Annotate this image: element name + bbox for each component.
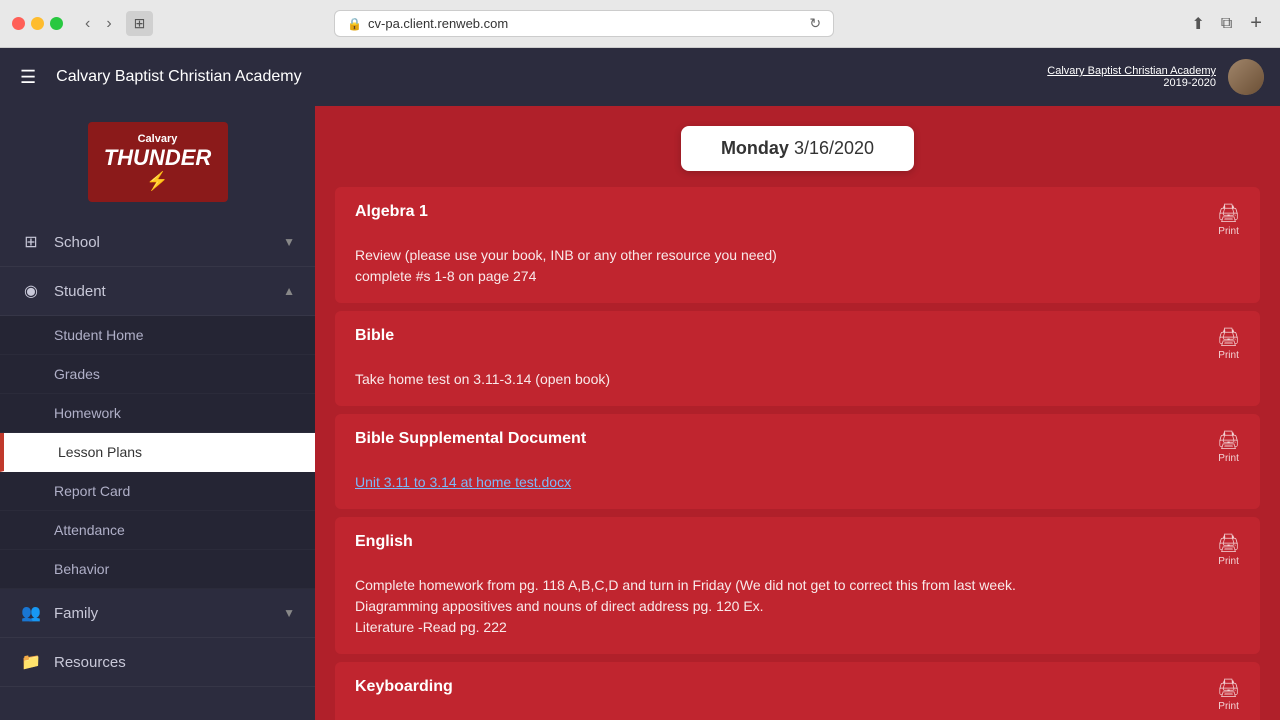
print-button-keyboarding[interactable]: 🖨 Print	[1217, 678, 1240, 712]
family-icon: 👥	[20, 603, 42, 623]
card-header-english: English 🖨 Print	[355, 533, 1240, 567]
sidebar-item-resources-label: Resources	[54, 654, 295, 671]
card-title-bible-supplemental: Bible Supplemental Document	[355, 430, 586, 448]
print-label-bible-supplemental: Print	[1218, 453, 1239, 464]
resources-icon: 📁	[20, 652, 42, 672]
print-icon-english: 🖨	[1217, 533, 1240, 554]
card-body-bible: Take home test on 3.11-3.14 (open book)	[355, 369, 1240, 390]
print-button-bible-supplemental[interactable]: 🖨 Print	[1217, 430, 1240, 464]
school-info-name[interactable]: Calvary Baptist Christian Academy	[1047, 65, 1216, 77]
print-label-keyboarding: Print	[1218, 701, 1239, 712]
card-title-bible: Bible	[355, 327, 394, 345]
card-header-bible-supplemental: Bible Supplemental Document 🖨 Print	[355, 430, 1240, 464]
nav-section-school: ⊞ School ▼ ◉ Student ▲ Student Home Grad…	[0, 218, 315, 687]
date-pill: Monday 3/16/2020	[681, 126, 914, 171]
topbar: ☰ Calvary Baptist Christian Academy Calv…	[0, 48, 1280, 106]
reload-icon: ↻	[809, 15, 821, 32]
sidebar-item-school-label: School	[54, 234, 271, 251]
forward-button[interactable]: ›	[100, 13, 117, 35]
sidebar-item-student[interactable]: ◉ Student ▲	[0, 267, 315, 316]
card-line-2: complete #s 1-8 on page 274	[355, 266, 1240, 287]
print-icon-bible: 🖨	[1217, 327, 1240, 348]
card-header-algebra1: Algebra 1 🖨 Print	[355, 203, 1240, 237]
main-content: Monday 3/16/2020 Algebra 1 🖨 Print	[315, 106, 1280, 720]
print-label-bible: Print	[1218, 350, 1239, 361]
school-chevron-icon: ▼	[283, 235, 295, 249]
card-line-2: Diagramming appositives and nouns of dir…	[355, 596, 1240, 617]
sidebar-item-lesson-plans[interactable]: Lesson Plans	[0, 433, 315, 472]
cards-container: Algebra 1 🖨 Print Review (please use you…	[315, 187, 1280, 720]
student-icon: ◉	[20, 281, 42, 301]
card-title-keyboarding: Keyboarding	[355, 678, 453, 696]
print-icon-algebra1: 🖨	[1217, 203, 1240, 224]
logo-text-thunder: THUNDER	[104, 145, 212, 171]
tab-switcher-button[interactable]: ⊞	[126, 11, 154, 36]
school-info-year: 2019-2020	[1047, 77, 1216, 89]
close-button[interactable]	[12, 17, 25, 30]
sidebar-item-attendance[interactable]: Attendance	[0, 511, 315, 550]
sidebar-toggle-button[interactable]: ⧉	[1217, 11, 1236, 37]
card-line-1: Review (please use your book, INB or any…	[355, 245, 1240, 266]
lock-icon: 🔒	[347, 17, 362, 31]
family-chevron-icon: ▼	[283, 606, 295, 620]
sidebar-item-report-card[interactable]: Report Card	[0, 472, 315, 511]
date-day: Monday	[721, 138, 789, 158]
url-text: cv-pa.client.renweb.com	[368, 16, 508, 31]
maximize-button[interactable]	[50, 17, 63, 30]
sidebar-item-student-home[interactable]: Student Home	[0, 316, 315, 355]
sidebar-item-family-label: Family	[54, 605, 271, 622]
card-keyboarding: Keyboarding 🖨 Print	[335, 662, 1260, 720]
card-algebra1: Algebra 1 🖨 Print Review (please use you…	[335, 187, 1260, 303]
card-title-algebra1: Algebra 1	[355, 203, 428, 221]
hamburger-button[interactable]: ☰	[16, 63, 40, 92]
avatar[interactable]	[1228, 59, 1264, 95]
print-label-english: Print	[1218, 556, 1239, 567]
school-name-topbar: Calvary Baptist Christian Academy	[56, 68, 1031, 86]
sidebar-item-behavior[interactable]: Behavior	[0, 550, 315, 589]
card-header-bible: Bible 🖨 Print	[355, 327, 1240, 361]
sidebar-item-grades[interactable]: Grades	[0, 355, 315, 394]
print-button-algebra1[interactable]: 🖨 Print	[1217, 203, 1240, 237]
sidebar-item-resources[interactable]: 📁 Resources	[0, 638, 315, 687]
print-button-english[interactable]: 🖨 Print	[1217, 533, 1240, 567]
student-sub-nav: Student Home Grades Homework Lesson Plan…	[0, 316, 315, 589]
date-full: 3/16/2020	[794, 138, 874, 158]
card-bible: Bible 🖨 Print Take home test on 3.11-3.1…	[335, 311, 1260, 406]
card-english: English 🖨 Print Complete homework from p…	[335, 517, 1260, 654]
share-button[interactable]: ⬆	[1187, 10, 1208, 38]
card-line-1: Take home test on 3.11-3.14 (open book)	[355, 369, 1240, 390]
print-button-bible[interactable]: 🖨 Print	[1217, 327, 1240, 361]
minimize-button[interactable]	[31, 17, 44, 30]
back-button[interactable]: ‹	[79, 13, 96, 35]
school-logo: Calvary THUNDER ⚡	[88, 122, 228, 202]
sidebar-item-homework[interactable]: Homework	[0, 394, 315, 433]
print-icon-bible-supplemental: 🖨	[1217, 430, 1240, 451]
print-label-algebra1: Print	[1218, 226, 1239, 237]
logo-text-top: Calvary	[138, 133, 178, 145]
sidebar: Calvary THUNDER ⚡ ⊞ School ▼ ◉ Student ▲	[0, 106, 315, 720]
address-bar[interactable]: 🔒 cv-pa.client.renweb.com ↻	[334, 10, 834, 37]
card-bible-supplemental: Bible Supplemental Document 🖨 Print Unit…	[335, 414, 1260, 509]
card-line-3: Literature -Read pg. 222	[355, 617, 1240, 638]
school-info: Calvary Baptist Christian Academy 2019-2…	[1047, 65, 1216, 89]
logo-lightning-icon: ⚡	[146, 171, 168, 192]
card-link-bible-supplemental[interactable]: Unit 3.11 to 3.14 at home test.docx	[355, 474, 571, 490]
card-header-keyboarding: Keyboarding 🖨 Print	[355, 678, 1240, 712]
topbar-right: Calvary Baptist Christian Academy 2019-2…	[1047, 59, 1264, 95]
card-body-algebra1: Review (please use your book, INB or any…	[355, 245, 1240, 287]
school-icon: ⊞	[20, 232, 42, 252]
avatar-image	[1228, 59, 1264, 95]
sidebar-item-school[interactable]: ⊞ School ▼	[0, 218, 315, 267]
student-chevron-icon: ▲	[283, 284, 295, 298]
card-line-1: Complete homework from pg. 118 A,B,C,D a…	[355, 575, 1240, 596]
logo-area: Calvary THUNDER ⚡	[0, 106, 315, 218]
card-title-english: English	[355, 533, 413, 551]
sidebar-item-student-label: Student	[54, 283, 271, 300]
new-tab-button[interactable]: +	[1244, 10, 1268, 37]
card-body-bible-supplemental: Unit 3.11 to 3.14 at home test.docx	[355, 472, 1240, 493]
sidebar-item-family[interactable]: 👥 Family ▼	[0, 589, 315, 638]
print-icon-keyboarding: 🖨	[1217, 678, 1240, 699]
card-body-english: Complete homework from pg. 118 A,B,C,D a…	[355, 575, 1240, 638]
date-header: Monday 3/16/2020	[315, 106, 1280, 187]
